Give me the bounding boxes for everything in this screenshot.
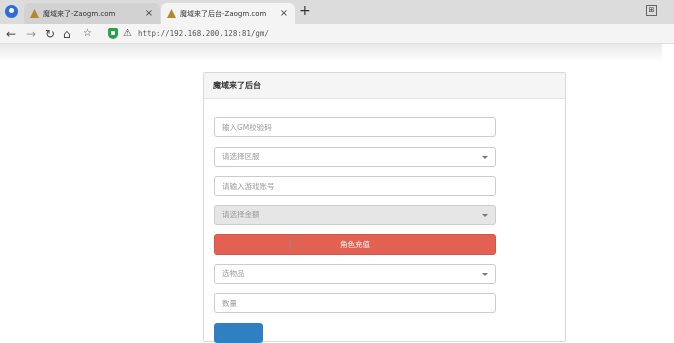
tab-title: 魔域来了后台-Zaogm.com bbox=[180, 9, 267, 18]
site-favicon-icon bbox=[30, 9, 39, 18]
submit-button[interactable] bbox=[214, 323, 263, 343]
home-icon[interactable]: ⌂ bbox=[63, 26, 71, 42]
browser-menu-icon[interactable] bbox=[5, 5, 18, 18]
tab-zaogm-admin[interactable]: 魔域来了后台-Zaogm.com × bbox=[161, 3, 295, 24]
close-icon[interactable]: × bbox=[279, 8, 289, 19]
new-tab-button[interactable]: + bbox=[299, 4, 311, 18]
site-favicon-icon bbox=[167, 9, 176, 18]
forward-arrow-icon[interactable]: → bbox=[26, 26, 36, 42]
server-select[interactable]: 请选择区服 bbox=[214, 147, 496, 167]
tab-list-icon[interactable]: ⊞ bbox=[646, 5, 657, 16]
page-top-fade bbox=[0, 44, 674, 62]
panel-title: 魔域来了后台 bbox=[204, 73, 565, 99]
chevron-down-icon bbox=[482, 156, 488, 159]
amount-select[interactable]: 请选择金额 bbox=[214, 205, 496, 225]
item-select-value: 选物品 bbox=[222, 269, 245, 278]
amount-select-value: 请选择金额 bbox=[222, 210, 260, 219]
address-bar[interactable]: http://192.168.200.128:81/gm/ bbox=[138, 28, 269, 40]
reload-icon[interactable]: ↻ bbox=[45, 26, 55, 42]
chevron-down-icon bbox=[482, 214, 488, 217]
gm-code-input[interactable] bbox=[214, 117, 496, 137]
tab-zaogm[interactable]: 魔域来了-Zaogm.com × bbox=[24, 3, 160, 24]
item-select[interactable]: 选物品 bbox=[214, 264, 496, 284]
shield-icon[interactable] bbox=[108, 28, 118, 39]
quantity-input[interactable] bbox=[214, 293, 496, 313]
server-select-value: 请选择区服 bbox=[222, 152, 260, 161]
scrollbar[interactable] bbox=[662, 44, 674, 328]
not-secure-icon[interactable]: ⚠ bbox=[123, 28, 132, 40]
close-icon[interactable]: × bbox=[144, 8, 154, 19]
bookmark-star-icon[interactable]: ☆ bbox=[83, 26, 92, 42]
chevron-down-icon bbox=[482, 273, 488, 276]
tab-strip: 魔域来了-Zaogm.com × 魔域来了后台-Zaogm.com × + ⊞ bbox=[0, 0, 674, 24]
browser-toolbar: ← → ↻ ⌂ ☆ ⚠ http://192.168.200.128:81/gm… bbox=[0, 24, 674, 44]
admin-panel: 魔域来了后台 请选择区服 请选择金额 角色充值 选物品 bbox=[203, 72, 566, 343]
recharge-button[interactable]: 角色充值 bbox=[214, 234, 496, 255]
tab-title: 魔域来了-Zaogm.com bbox=[43, 9, 116, 18]
back-arrow-icon[interactable]: ← bbox=[6, 26, 16, 42]
game-account-input[interactable] bbox=[214, 176, 496, 196]
text-cursor bbox=[290, 239, 291, 248]
